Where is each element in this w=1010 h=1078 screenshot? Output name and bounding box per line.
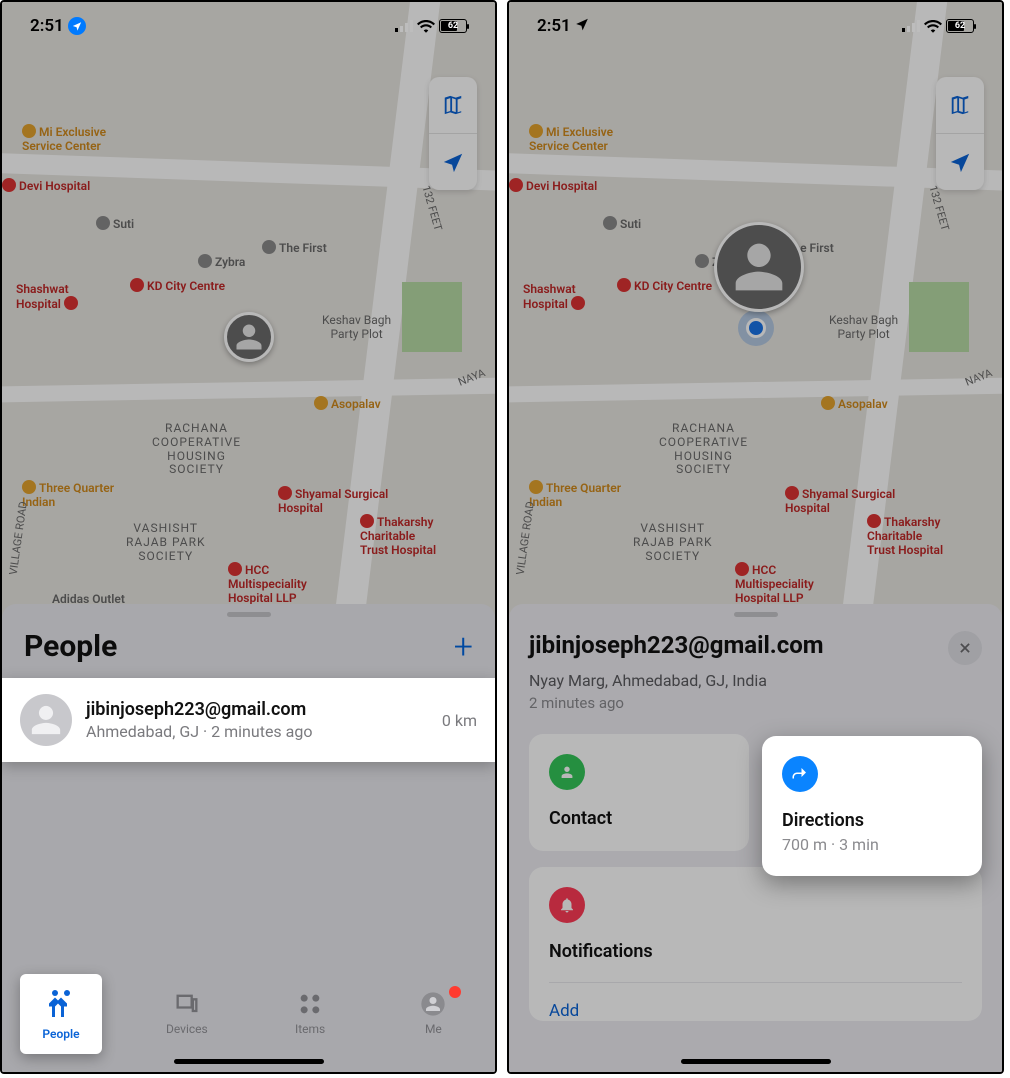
battery-icon: 62 <box>439 19 467 33</box>
avatar-icon <box>20 694 72 746</box>
status-bar: 2:51 62 <box>2 2 495 50</box>
person-subtitle: Ahmedabad, GJ · 2 minutes ago <box>86 722 442 741</box>
cellular-icon <box>902 20 920 32</box>
directions-card[interactable]: Directions 700 m · 3 min <box>762 736 982 876</box>
location-services-icon <box>575 16 589 36</box>
battery-icon: 62 <box>946 19 974 33</box>
status-time: 2:51 <box>30 16 64 36</box>
person-row[interactable]: jibinjoseph223@gmail.com Ahmedabad, GJ ·… <box>2 678 495 762</box>
home-indicator[interactable] <box>174 1059 324 1064</box>
dim-overlay <box>509 2 1002 1072</box>
wifi-icon <box>417 19 435 33</box>
tab-devices[interactable]: Devices <box>125 976 248 1072</box>
phone-right: 2:51 62 Mi Exclusive Service Center Devi… <box>507 0 1004 1074</box>
wifi-icon <box>924 19 942 33</box>
badge-dot <box>449 986 461 998</box>
status-bar: 2:51 62 <box>509 2 1002 50</box>
dim-overlay <box>2 2 495 1072</box>
person-name: jibinjoseph223@gmail.com <box>86 699 442 720</box>
directions-title: Directions <box>782 810 962 831</box>
phone-left: 2:51 62 Mi Exclusive Service Center Devi… <box>0 0 497 1074</box>
tab-items[interactable]: Items <box>249 976 372 1072</box>
tab-me[interactable]: Me <box>372 976 495 1072</box>
tab-people[interactable]: People <box>20 974 102 1054</box>
location-services-icon <box>68 17 86 35</box>
cellular-icon <box>395 20 413 32</box>
directions-subtitle: 700 m · 3 min <box>782 835 962 854</box>
home-indicator[interactable] <box>681 1059 831 1064</box>
status-time: 2:51 <box>537 16 571 36</box>
directions-icon <box>782 756 818 792</box>
person-distance: 0 km <box>442 711 477 730</box>
